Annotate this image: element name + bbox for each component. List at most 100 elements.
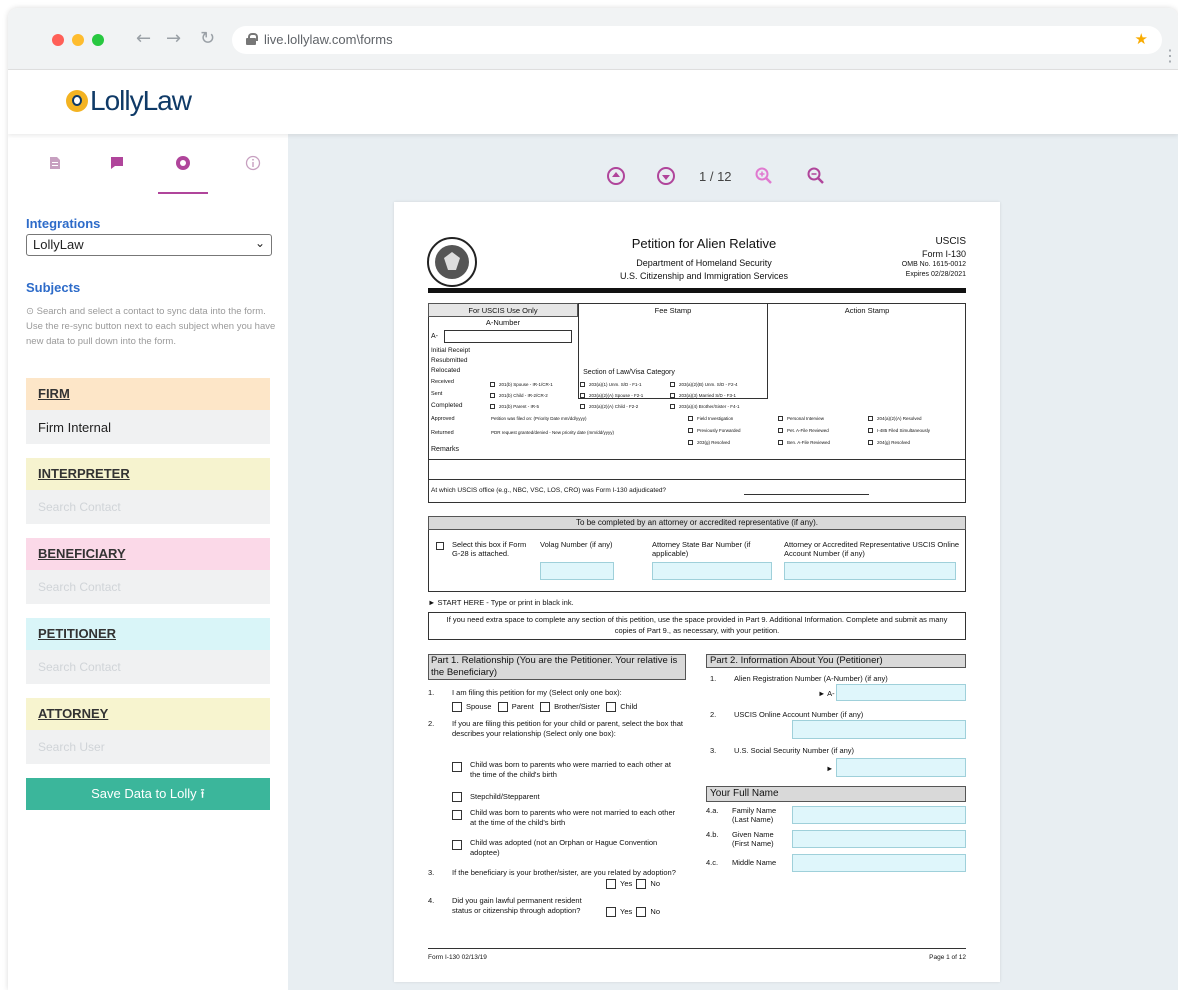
a-number-input[interactable] xyxy=(836,684,966,701)
active-tab-underline xyxy=(158,192,208,194)
subject-attorney-search[interactable]: Search User xyxy=(26,730,270,764)
a-prefix: A- xyxy=(431,333,438,340)
status-item: Ben. A-File Reviewed xyxy=(778,440,830,446)
p2-q3: U.S. Social Security Number (if any) xyxy=(734,746,855,755)
bar-number-input[interactable] xyxy=(652,562,772,580)
integration-select[interactable]: LollyLaw ⌄ xyxy=(26,234,272,256)
checkbox[interactable] xyxy=(452,810,462,820)
relocated-label: Relocated xyxy=(431,367,461,374)
form-title: Petition for Alien Relative xyxy=(631,236,777,251)
p1-q2-option: Child was adopted (not an Orphan or Hagu… xyxy=(470,838,658,857)
ssn-input[interactable] xyxy=(836,758,966,777)
p1-q2-option: Child was born to parents who were marri… xyxy=(470,760,671,779)
fee-stamp-label: Fee Stamp xyxy=(654,306,692,315)
given-name-input[interactable] xyxy=(792,830,966,848)
checkbox[interactable] xyxy=(540,702,551,713)
tab-chat[interactable] xyxy=(102,148,132,178)
checkbox[interactable] xyxy=(606,907,616,918)
yes-label: Yes xyxy=(620,907,633,916)
q-number: 2. xyxy=(710,710,717,719)
subject-firm-header[interactable]: FIRM xyxy=(26,378,270,410)
page-up-icon[interactable] xyxy=(606,166,626,186)
p2-q2: USCIS Online Account Number (if any) xyxy=(734,710,864,719)
close-window-icon[interactable] xyxy=(52,34,64,46)
g28-checkbox[interactable] xyxy=(436,542,444,550)
checkbox[interactable] xyxy=(452,792,462,802)
browser-menu-icon[interactable]: ⋮ xyxy=(1162,46,1178,66)
law-item: 203(a)(2)(B) Unm. S/D - F2-4 xyxy=(670,382,738,388)
status-item: 204(g) Resolved xyxy=(868,440,910,446)
save-data-button[interactable]: Save Data to Lolly ⭱ xyxy=(26,778,270,810)
app-header: LollyLaw xyxy=(8,70,1178,134)
subject-firm-value[interactable]: Firm Internal xyxy=(26,410,270,444)
family-name-input[interactable] xyxy=(792,806,966,824)
part2-title: Part 2. Information About You (Petitione… xyxy=(710,655,883,666)
sent-label: Sent xyxy=(431,391,443,397)
checkbox[interactable] xyxy=(452,702,462,713)
option-label: Brother/Sister xyxy=(554,702,600,711)
chevron-down-icon: ⌄ xyxy=(254,236,265,250)
checkbox[interactable] xyxy=(636,879,647,890)
form-dept: Department of Homeland Security xyxy=(636,258,772,268)
office-use-label: For USCIS Use Only xyxy=(468,306,538,315)
integration-icon xyxy=(176,156,190,170)
section-law-label: Section of Law/Visa Category xyxy=(583,369,675,376)
browser-window: ← → ↻ live.lollylaw.com\forms ★ ⋮ LollyL… xyxy=(8,8,1178,990)
q-number: 4.c. xyxy=(706,858,719,867)
minimize-window-icon[interactable] xyxy=(72,34,84,46)
checkbox[interactable] xyxy=(497,702,508,713)
middle-name-input[interactable] xyxy=(792,854,966,872)
subject-interpreter-header[interactable]: INTERPRETER xyxy=(26,458,270,490)
help-icon: ⊙ xyxy=(26,306,37,317)
q-number: 3. xyxy=(710,746,717,755)
forward-arrow-icon[interactable]: → xyxy=(166,28,181,49)
subject-beneficiary-search[interactable]: Search Contact xyxy=(26,570,270,604)
zoom-out-icon[interactable] xyxy=(806,166,826,186)
lollylaw-logo-icon xyxy=(66,90,88,112)
q-number: 1. xyxy=(428,688,435,697)
online-account-input[interactable] xyxy=(784,562,956,580)
checkbox[interactable] xyxy=(606,702,617,713)
checkbox[interactable] xyxy=(636,907,647,918)
adjudicated-line[interactable] xyxy=(744,494,869,495)
checkbox[interactable] xyxy=(606,879,616,890)
subject-attorney-header[interactable]: ATTORNEY xyxy=(26,698,270,730)
part1-title: Part 1. Relationship (You are the Petiti… xyxy=(431,655,678,678)
yes-label: Yes xyxy=(620,879,633,888)
p2-q1: Alien Registration Number (A-Number) (if… xyxy=(734,674,888,683)
tab-documents[interactable] xyxy=(40,148,70,178)
tab-info[interactable] xyxy=(238,148,268,178)
sidebar-tabs xyxy=(8,148,288,194)
subject-interpreter-search[interactable]: Search Contact xyxy=(26,490,270,524)
subject-beneficiary-header[interactable]: BENEFICIARY xyxy=(26,538,270,570)
online-account-number-input[interactable] xyxy=(792,720,966,739)
q-number: 2. xyxy=(428,719,435,728)
address-bar[interactable]: live.lollylaw.com\forms ★ ⋮ xyxy=(232,26,1178,65)
subjects-help-text: ⊙ Search and select a contact to sync da… xyxy=(26,304,276,349)
bookmark-star-icon[interactable]: ★ xyxy=(1135,30,1148,48)
tab-integrations[interactable] xyxy=(168,148,198,178)
subject-petitioner-search[interactable]: Search Contact xyxy=(26,650,270,684)
reload-icon[interactable]: ↻ xyxy=(200,28,215,49)
law-item: 203(a)(3) Married S/D - F3-1 xyxy=(670,393,736,399)
g28-label: Select this box if Form G-28 is attached… xyxy=(452,540,527,558)
option-label: Child xyxy=(620,702,638,711)
subject-petitioner-header[interactable]: PETITIONER xyxy=(26,618,270,650)
volag-input[interactable] xyxy=(540,562,614,580)
law-item: 201(b) Child - IR-2/CR-2 xyxy=(490,393,548,399)
form-agency: U.S. Citizenship and Immigration Service… xyxy=(619,271,789,281)
adjudicated-label: At which USCIS office (e.g., NBC, VSC, L… xyxy=(431,487,667,494)
footer-rule xyxy=(428,948,966,949)
back-arrow-icon[interactable]: ← xyxy=(136,28,151,49)
completed-label: Completed xyxy=(431,402,463,409)
form-number: Form I-130 xyxy=(921,249,966,259)
checkbox[interactable] xyxy=(452,840,462,850)
q-number: 4.b. xyxy=(706,830,719,839)
checkbox[interactable] xyxy=(452,762,462,772)
maximize-window-icon[interactable] xyxy=(92,34,104,46)
zoom-in-icon[interactable] xyxy=(754,166,774,186)
page-down-icon[interactable] xyxy=(656,166,676,186)
a-number-boxes[interactable] xyxy=(444,330,572,343)
q-number: 4.a. xyxy=(706,806,719,815)
volag-label: Volag Number (if any) xyxy=(540,540,613,549)
